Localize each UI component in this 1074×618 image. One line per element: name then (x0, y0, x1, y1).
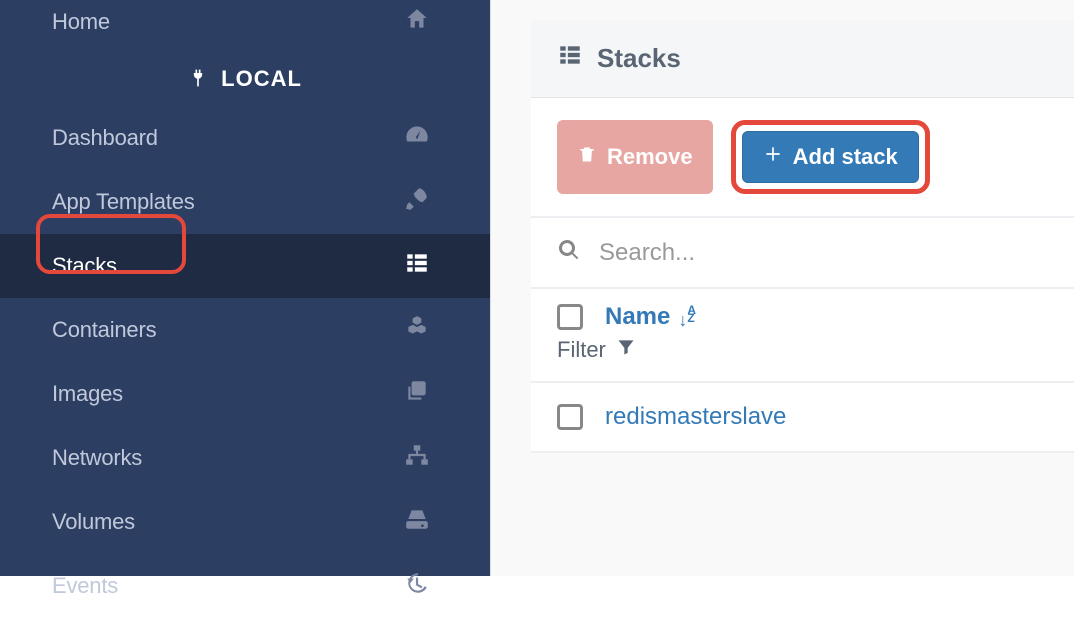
cubes-icon (404, 314, 430, 346)
column-name-sort[interactable]: Name ↓AZ (605, 303, 696, 331)
sidebar-item-app-templates[interactable]: App Templates (0, 170, 490, 234)
sort-alpha-down-icon: ↓AZ (678, 306, 696, 329)
sidebar-item-label: Containers (52, 317, 156, 343)
history-icon (404, 570, 430, 602)
sidebar-item-label: Stacks (52, 253, 117, 279)
highlight-add-stack: Add stack (731, 120, 930, 194)
sidebar: Home LOCAL Dashboard App Templates Stack… (0, 0, 490, 576)
table-header: Name ↓AZ Filter (531, 289, 1074, 383)
panel-header: Stacks (531, 20, 1074, 98)
sidebar-item-containers[interactable]: Containers (0, 298, 490, 362)
sidebar-item-images[interactable]: Images (0, 362, 490, 426)
filter-label: Filter (557, 337, 606, 363)
sidebar-item-networks[interactable]: Networks (0, 426, 490, 490)
th-list-icon (557, 42, 583, 75)
trash-icon (577, 144, 597, 170)
sidebar-item-stacks[interactable]: Stacks (0, 234, 490, 298)
rocket-icon (404, 186, 430, 218)
add-stack-button-label: Add stack (793, 144, 898, 170)
sidebar-item-label: Volumes (52, 509, 135, 535)
column-name-label: Name (605, 303, 670, 331)
sidebar-item-events[interactable]: Events (0, 554, 490, 618)
tachometer-icon (404, 122, 430, 154)
add-stack-button[interactable]: Add stack (742, 131, 919, 183)
sidebar-item-label: Events (52, 573, 118, 599)
sidebar-item-label: Dashboard (52, 125, 158, 151)
sidebar-item-label: App Templates (52, 189, 195, 215)
sidebar-item-volumes[interactable]: Volumes (0, 490, 490, 554)
table-row: redismasterslave (531, 383, 1074, 453)
filter-control[interactable]: Filter (557, 337, 1048, 363)
search-input[interactable] (599, 239, 1048, 267)
sidebar-section-local: LOCAL (0, 48, 490, 106)
th-list-icon (404, 250, 430, 282)
remove-button-label: Remove (607, 144, 693, 170)
sidebar-section-label: LOCAL (221, 66, 302, 91)
search-icon (557, 238, 581, 267)
sidebar-item-home[interactable]: Home (0, 0, 490, 48)
clone-icon (404, 378, 430, 410)
search-row (531, 218, 1074, 289)
sidebar-item-dashboard[interactable]: Dashboard (0, 106, 490, 170)
main-content: Stacks Remove Add stack (490, 0, 1074, 576)
panel-title: Stacks (597, 43, 681, 74)
hdd-icon (404, 506, 430, 538)
filter-icon (616, 337, 636, 363)
sidebar-item-label: Images (52, 381, 123, 407)
plus-icon (763, 144, 783, 170)
sitemap-icon (404, 442, 430, 474)
remove-button[interactable]: Remove (557, 120, 713, 194)
home-icon (404, 6, 430, 38)
sidebar-item-label: Networks (52, 445, 142, 471)
sidebar-item-label: Home (52, 9, 110, 35)
stacks-panel: Stacks Remove Add stack (531, 20, 1074, 453)
panel-toolbar: Remove Add stack (531, 98, 1074, 218)
row-checkbox[interactable] (557, 404, 583, 430)
select-all-checkbox[interactable] (557, 304, 583, 330)
stack-link[interactable]: redismasterslave (605, 403, 786, 431)
plug-icon (188, 66, 221, 91)
